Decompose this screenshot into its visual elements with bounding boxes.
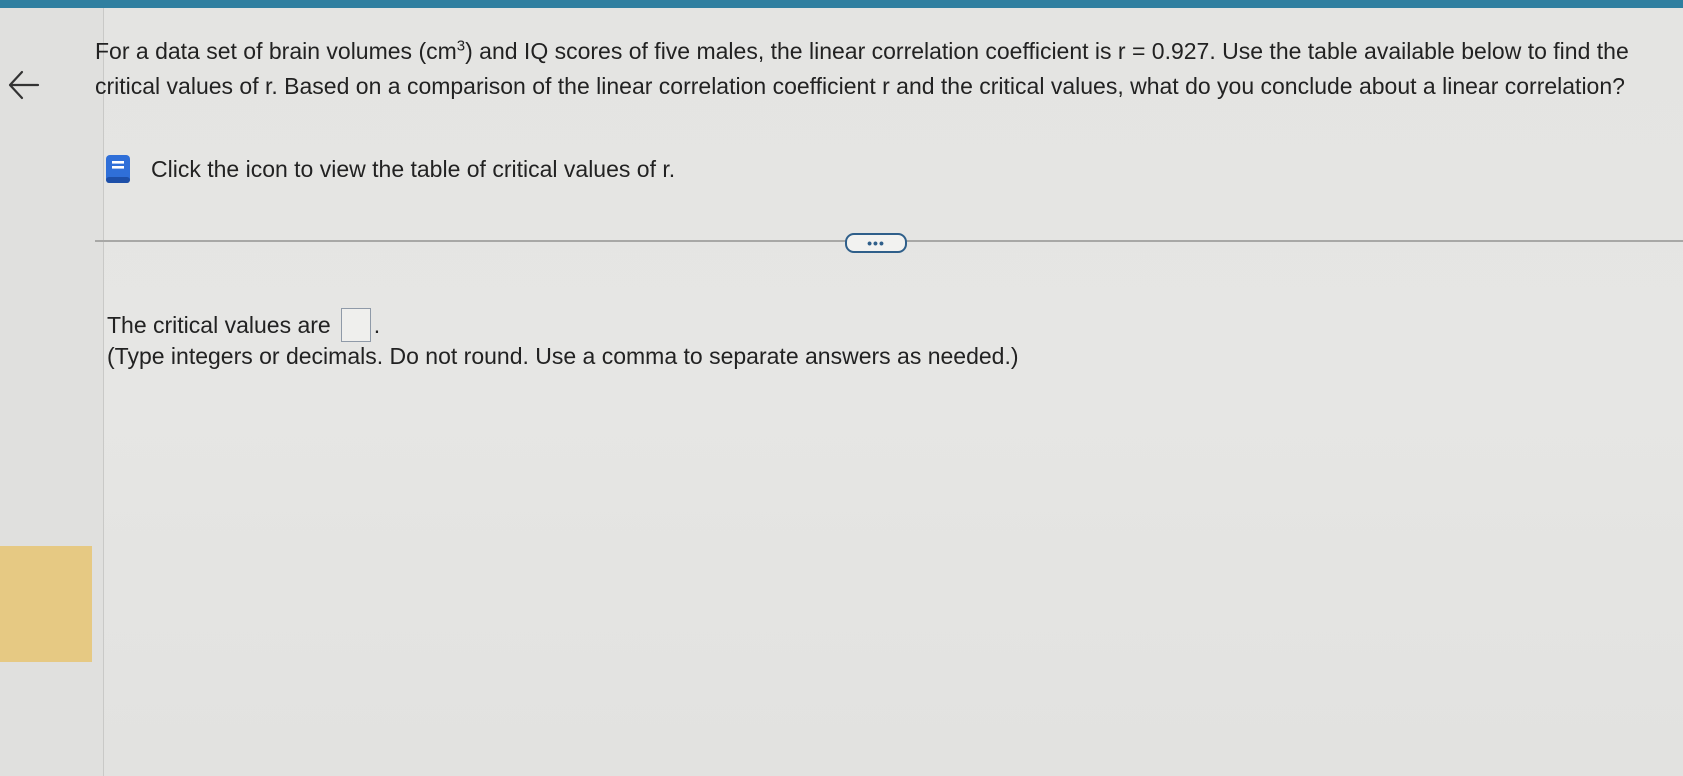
answer-suffix: . — [373, 311, 381, 338]
question-superscript: 3 — [456, 37, 466, 55]
answer-prefix: The critical values are — [107, 311, 331, 338]
answer-instructions: (Type integers or decimals. Do not round… — [107, 343, 1019, 369]
answer-row: The critical values are . — [107, 308, 380, 342]
back-arrow-icon[interactable] — [4, 60, 44, 110]
question-text: For a data set of brain volumes (cm3) an… — [95, 34, 1680, 104]
question-text-part1: For a data set of brain volumes (cm — [95, 38, 457, 64]
top-bar — [0, 0, 1683, 8]
critical-values-input[interactable] — [340, 308, 371, 342]
question-highlight-marker — [0, 546, 92, 662]
book-icon[interactable] — [103, 152, 135, 186]
hint-label: Click the icon to view the table of crit… — [151, 155, 676, 182]
critical-values-table-link[interactable]: Click the icon to view the table of crit… — [103, 152, 675, 186]
more-options-button[interactable]: ••• — [845, 233, 907, 253]
